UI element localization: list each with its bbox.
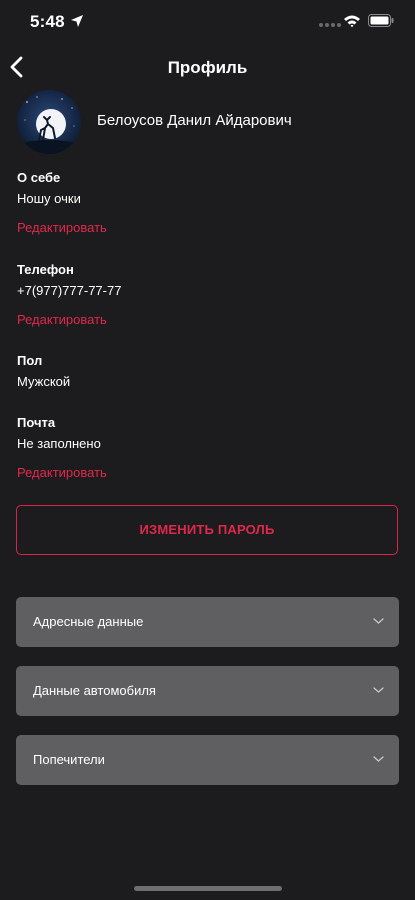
edit-phone-link[interactable]: Редактировать <box>17 312 107 327</box>
profile-header: Белоусов Данил Айдарович <box>17 90 397 154</box>
location-arrow-icon <box>71 15 83 27</box>
wifi-icon <box>344 15 360 28</box>
battery-icon <box>368 14 394 27</box>
night-sky-deer-moon-avatar <box>17 90 81 154</box>
status-time: 5:48 <box>30 12 65 31</box>
chevron-down-icon <box>373 687 384 693</box>
address-data-label: Адресные данные <box>33 614 144 629</box>
email-value: Не заполнено <box>17 436 101 451</box>
guardians-section[interactable]: Попечители <box>16 735 399 785</box>
signal-icon <box>319 23 341 27</box>
page-title: Профиль <box>167 58 248 77</box>
guardians-label: Попечители <box>33 752 105 767</box>
home-indicator[interactable] <box>134 886 282 891</box>
edit-email-link[interactable]: Редактировать <box>17 465 107 480</box>
change-password-button[interactable]: ИЗМЕНИТЬ ПАРОЛЬ <box>16 505 398 555</box>
status-bar: 5:48 <box>0 0 415 44</box>
gender-label: Пол <box>17 353 43 368</box>
phone-value: +7(977)777-77-77 <box>17 283 122 298</box>
phone-label: Телефон <box>17 262 74 277</box>
about-value: Ношу очки <box>17 191 81 206</box>
chevron-down-icon <box>373 618 384 624</box>
nav-bar: Профиль <box>0 48 415 88</box>
about-label: О себе <box>17 170 61 185</box>
edit-about-link[interactable]: Редактировать <box>17 220 107 235</box>
user-name: Белоусов Данил Айдарович <box>97 112 292 129</box>
avatar[interactable] <box>17 90 81 154</box>
chevron-down-icon <box>373 756 384 762</box>
gender-value: Мужской <box>17 374 71 389</box>
car-data-label: Данные автомобиля <box>33 683 156 698</box>
email-label: Почта <box>17 415 56 430</box>
car-data-section[interactable]: Данные автомобиля <box>16 666 399 716</box>
address-data-section[interactable]: Адресные данные <box>16 597 399 647</box>
